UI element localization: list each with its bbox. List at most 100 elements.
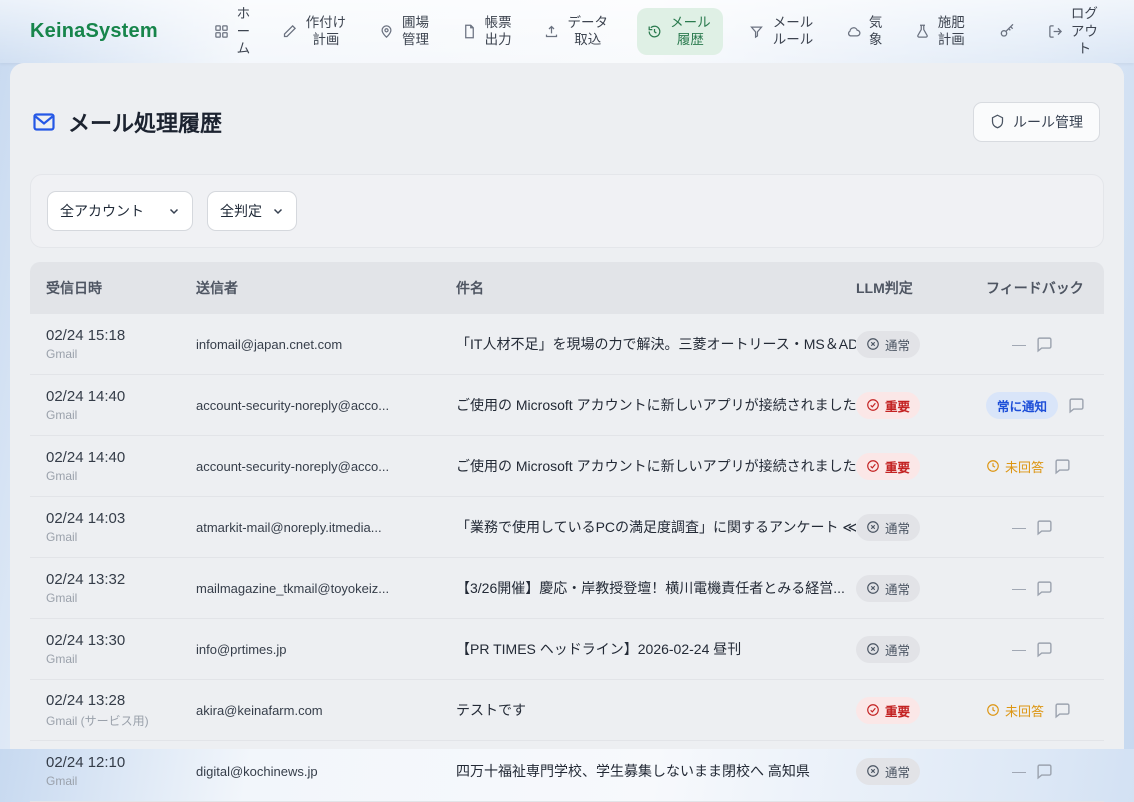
x-circle-icon [866,337,880,351]
history-icon [647,24,662,39]
feedback-empty: — [1012,641,1026,657]
nav-label: 施肥計画 [936,14,967,49]
nav-label: 帳票出力 [483,14,514,49]
feedback-badge-notify: 常に通知 [986,392,1058,419]
account-filter-value: 全アカウント [60,201,144,221]
nav-item-mail-rules[interactable]: メールルール [745,9,819,54]
sender: info@prtimes.jp [196,642,456,657]
api-key-button[interactable] [993,17,1021,45]
subject: 【3/26開催】慶応・岸教授登壇！横川電機責任者とみる経営... [456,578,856,598]
received-datetime: 02/24 13:32 [46,571,196,588]
llm-judgement-badge: 重要 [856,453,920,480]
subject: 「IT人材不足」を現場の力で解決。三菱オートリース・MS＆AD... [456,334,856,354]
x-circle-icon [866,764,880,778]
feedback-empty: — [1012,336,1026,352]
sender: digital@kochinews.jp [196,764,456,779]
nav-label: 気象 [867,14,884,49]
account-label: Gmail (サービス用) [46,712,196,729]
nav-label: メール履歴 [668,14,713,49]
page-header: メール処理履歴 ルール管理 [30,63,1104,152]
nav-label: 作付け計画 [303,14,348,49]
table-row[interactable]: 02/24 14:40Gmail account-security-norepl… [30,375,1104,436]
nav-label: ホーム [235,5,252,58]
feedback-empty: — [1012,763,1026,779]
app-logo[interactable]: KeinaSystem [30,20,158,43]
table-row[interactable]: 02/24 15:18Gmail infomail@japan.cnet.com… [30,314,1104,375]
comment-icon[interactable] [1036,641,1053,658]
comment-icon[interactable] [1036,580,1053,597]
table-row[interactable]: 02/24 14:40Gmail account-security-norepl… [30,436,1104,497]
feedback-unanswered: 未回答 [986,457,1044,476]
filter-card: 全アカウント 全判定 [30,174,1104,248]
nav-item-planting-plan[interactable]: 作付け計画 [278,9,352,54]
check-circle-icon [866,703,880,717]
nav-item-home[interactable]: ホーム [210,0,256,63]
table-row[interactable]: 02/24 13:28Gmail (サービス用) akira@keinafarm… [30,680,1104,741]
table-row[interactable]: 02/24 12:10 Gmail digital@kochinews.jp 四万… [30,741,1104,802]
subject: 四万十福祉専門学校、学生募集しないまま閉校へ 高知県 [456,761,856,781]
sender: account-security-noreply@acco... [196,459,456,474]
llm-judgement-badge: 重要 [856,697,920,724]
feedback-empty: — [1012,580,1026,596]
col-subject: 件名 [456,278,856,298]
nav-label: 圃場管理 [400,14,431,49]
llm-judgement-badge: 通常 [856,331,920,358]
main-content-panel: メール処理履歴 ルール管理 全アカウント 全判定 受信日時 送信者 件 [10,63,1124,749]
table-row[interactable]: 02/24 13:32Gmail mailmagazine_tkmail@toy… [30,558,1104,619]
received-datetime: 02/24 14:40 [46,449,196,466]
comment-icon[interactable] [1036,519,1053,536]
check-circle-icon [866,398,880,412]
shield-icon [990,114,1005,129]
received-datetime: 02/24 14:40 [46,388,196,405]
nav-item-logout[interactable]: ログアウト [1044,0,1104,63]
received-datetime: 02/24 14:03 [46,510,196,527]
main-nav: ホーム 作付け計画 圃場管理 帳票出力 データ取込 [210,0,1104,63]
col-feedback: フィードバック [986,278,1088,298]
llm-judgement-badge: 通常 [856,514,920,541]
subject: ご使用の Microsoft アカウントに新しいアプリが接続されました [456,395,856,415]
llm-judgement-badge: 重要 [856,392,920,419]
sender: infomail@japan.cnet.com [196,337,456,352]
nav-item-fertilizer-plan[interactable]: 施肥計画 [911,9,971,54]
chevron-down-icon [168,205,180,217]
nav-item-weather[interactable]: 気象 [842,9,888,54]
subject: テストです [456,700,856,720]
comment-icon[interactable] [1036,763,1053,780]
comment-icon[interactable] [1068,397,1085,414]
table-row[interactable]: 02/24 13:30Gmail info@prtimes.jp 【PR TIM… [30,619,1104,680]
llm-judgement-badge: 通常 [856,758,920,785]
comment-icon[interactable] [1054,702,1071,719]
map-pin-icon [379,24,394,39]
account-label: Gmail [46,530,196,544]
key-icon [999,23,1015,39]
account-label: Gmail [46,774,196,788]
sender: atmarkit-mail@noreply.itmedia... [196,520,456,535]
table-row[interactable]: 02/24 14:03 Gmail atmarkit-mail@noreply.i… [30,497,1104,558]
received-datetime: 02/24 15:18 [46,327,196,344]
subject: ご使用の Microsoft アカウントに新しいアプリが接続されました [456,456,856,476]
clock-icon [986,459,1000,473]
table-header-row: 受信日時 送信者 件名 LLM判定 フィードバック [30,262,1104,314]
nav-item-report-output[interactable]: 帳票出力 [458,9,518,54]
nav-item-mail-history[interactable]: メール履歴 [637,8,723,55]
rule-management-button[interactable]: ルール管理 [973,102,1100,142]
judgement-filter-select[interactable]: 全判定 [207,191,297,231]
sender: akira@keinafarm.com [196,703,456,718]
account-label: Gmail [46,652,196,666]
filter-icon [749,24,764,39]
top-navigation-bar: KeinaSystem ホーム 作付け計画 圃場管理 帳票出力 [0,0,1134,63]
x-circle-icon [866,520,880,534]
flask-icon [915,24,930,39]
comment-icon[interactable] [1054,458,1071,475]
nav-item-field-management[interactable]: 圃場管理 [375,9,435,54]
account-filter-select[interactable]: 全アカウント [47,191,193,231]
received-datetime: 02/24 12:10 [46,754,196,771]
pencil-icon [282,24,297,39]
col-received-datetime: 受信日時 [46,278,196,298]
nav-item-data-import[interactable]: データ取込 [540,9,614,54]
comment-icon[interactable] [1036,336,1053,353]
llm-judgement-badge: 通常 [856,636,920,663]
col-sender: 送信者 [196,278,456,298]
mail-history-table: 受信日時 送信者 件名 LLM判定 フィードバック 02/24 15:18Gma… [30,262,1104,802]
received-datetime: 02/24 13:30 [46,632,196,649]
